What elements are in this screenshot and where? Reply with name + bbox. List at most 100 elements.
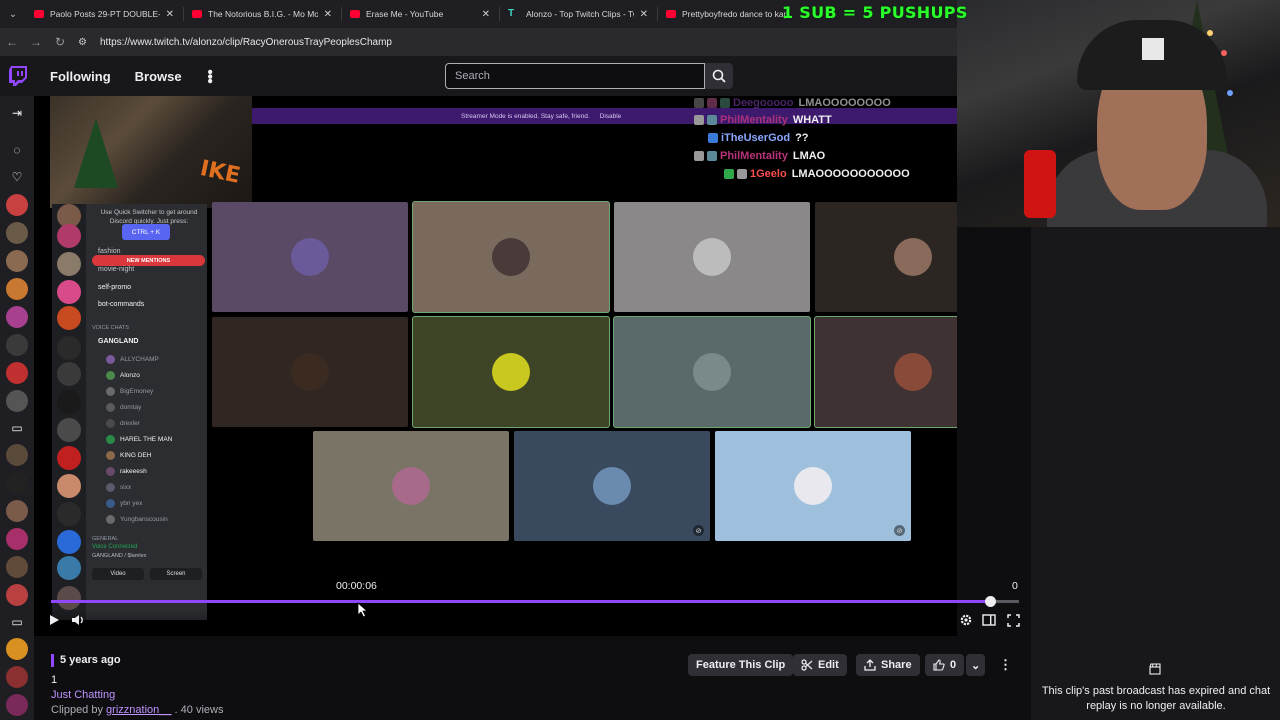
settings-button[interactable] [958,612,974,628]
more-options-icon[interactable]: ••• [200,69,218,83]
browser-tab[interactable]: T Alonzo - Top Twitch Clips - Twit ✕ [500,0,658,28]
browser-tab[interactable]: Paolo Posts 29-PT DOUBLE-DO ✕ [26,0,184,28]
discord-channel: bot-commands [98,301,145,308]
channel-avatar[interactable] [6,694,28,716]
youtube-icon [350,10,360,18]
channel-avatar[interactable] [6,334,28,356]
nav-browse[interactable]: Browse [135,69,182,84]
fullscreen-button[interactable] [1005,612,1021,628]
seek-bar-thumb[interactable] [985,596,996,607]
voice-user-name: domtay [120,404,142,411]
mouse-cursor-icon [357,602,369,618]
url-field[interactable]: ⚙ https://www.twitch.tv/alonzo/clip/Racy… [78,31,778,53]
search-input[interactable] [445,63,705,89]
channel-avatar[interactable] [6,666,28,688]
recommended-icon[interactable]: ▭ [8,419,26,437]
voice-user: ybn yex [106,499,142,508]
voice-user: Yungbanscousin [106,515,168,524]
channel-avatar[interactable] [6,444,28,466]
accent-bar [51,654,54,667]
thumbs-up-icon [933,659,945,671]
share-button[interactable]: Share [856,654,920,676]
twitch-top-nav: Following Browse ••• [0,56,957,96]
deafened-icon: ⊘ [894,525,905,536]
nav-following[interactable]: Following [50,69,111,84]
chat-badge-icon [720,98,730,108]
seek-bar-progress[interactable] [51,600,990,603]
close-tab-icon[interactable]: ✕ [166,9,174,20]
like-button[interactable]: 0 [925,654,965,676]
clip-title: 1 [51,674,58,686]
video-player[interactable]: IKE Streamer Mode is enabled. Stay safe,… [34,96,957,636]
similar-channels-icon[interactable]: ▭ [8,613,26,631]
browser-tab[interactable]: The Notorious B.I.G. - Mo Mone ✕ [184,0,342,28]
server-icon [57,586,81,610]
theatre-mode-button[interactable] [981,612,997,628]
voice-user-name: KING DEH [120,452,152,459]
server-icon [57,224,81,248]
voice-user: ALLYCHAMP [106,355,159,364]
deafened-icon: ⊘ [693,525,704,536]
play-button[interactable] [46,612,62,628]
christmas-tree-graphic [74,118,118,188]
twitch-logo-icon[interactable] [0,56,36,96]
channel-avatar[interactable] [6,528,28,550]
avatar [106,467,115,476]
voice-user: sixx [106,483,131,492]
channel-avatar[interactable] [6,278,28,300]
channel-avatar[interactable] [6,584,28,606]
forward-icon[interactable]: → [24,28,48,56]
category-link[interactable]: Just Chatting [51,689,115,701]
edit-label: Edit [818,659,839,671]
more-options-button[interactable]: ⋮ [995,654,1016,676]
shirt-logo-graphic: IKE [197,156,243,189]
back-icon[interactable]: ← [0,28,24,56]
channel-avatar[interactable] [6,500,28,522]
like-dropdown-button[interactable]: ⌄ [966,654,986,676]
close-tab-icon[interactable]: ✕ [640,9,648,20]
channel-avatar[interactable] [6,472,28,494]
channel-avatar[interactable] [6,556,28,578]
chat-text: WHATT [792,114,832,126]
expand-sidebar-icon[interactable]: ⇥ [8,104,26,122]
feature-clip-button[interactable]: Feature This Clip [688,654,794,676]
volume-button[interactable] [70,612,86,628]
server-icon [57,530,81,554]
discord-channel-list: Use Quick Switcher to get around Discord… [86,204,207,620]
channel-avatar[interactable] [6,306,28,328]
close-tab-icon[interactable]: ✕ [324,9,332,20]
close-tab-icon[interactable]: ✕ [482,9,490,20]
search-icon [712,69,726,83]
clipper-link[interactable]: grizznation__ [106,704,171,716]
voice-user-name: sixx [120,484,132,491]
avatar [106,435,115,444]
tab-search-chevron-icon[interactable]: ⌄ [0,0,26,28]
chat-badge-icon [694,151,704,161]
server-icon [57,556,81,580]
channel-avatar[interactable] [6,390,28,412]
for-you-icon[interactable]: ◌ [8,141,26,159]
browser-tab[interactable]: Erase Me - YouTube ✕ [342,0,500,28]
hover-timestamp: 00:00:06 [336,580,377,592]
chat-badge-icon [724,169,734,179]
channel-avatar[interactable] [6,222,28,244]
channel-avatar[interactable] [6,362,28,384]
search-button[interactable] [705,63,733,89]
channel-avatar[interactable] [6,194,28,216]
chevron-down-icon: ⌄ [971,659,981,672]
channel-avatar[interactable] [6,250,28,272]
participant-avatar [693,353,731,391]
reload-icon[interactable]: ↻ [48,28,72,56]
following-heart-icon[interactable]: ♡ [8,168,26,186]
site-info-icon[interactable]: ⚙ [78,37,94,48]
edit-button[interactable]: Edit [793,654,847,676]
voice-user: rakeeesh [106,467,147,476]
red-cup-graphic [1024,150,1056,218]
call-tile: ⊘ [514,431,710,541]
chat-badge-icon [708,133,718,143]
chat-replay-panel [1031,227,1280,720]
more-vertical-icon: ⋮ [999,657,1012,672]
search-bar [445,63,733,89]
channel-avatar[interactable] [6,638,28,660]
participant-avatar [894,353,932,391]
